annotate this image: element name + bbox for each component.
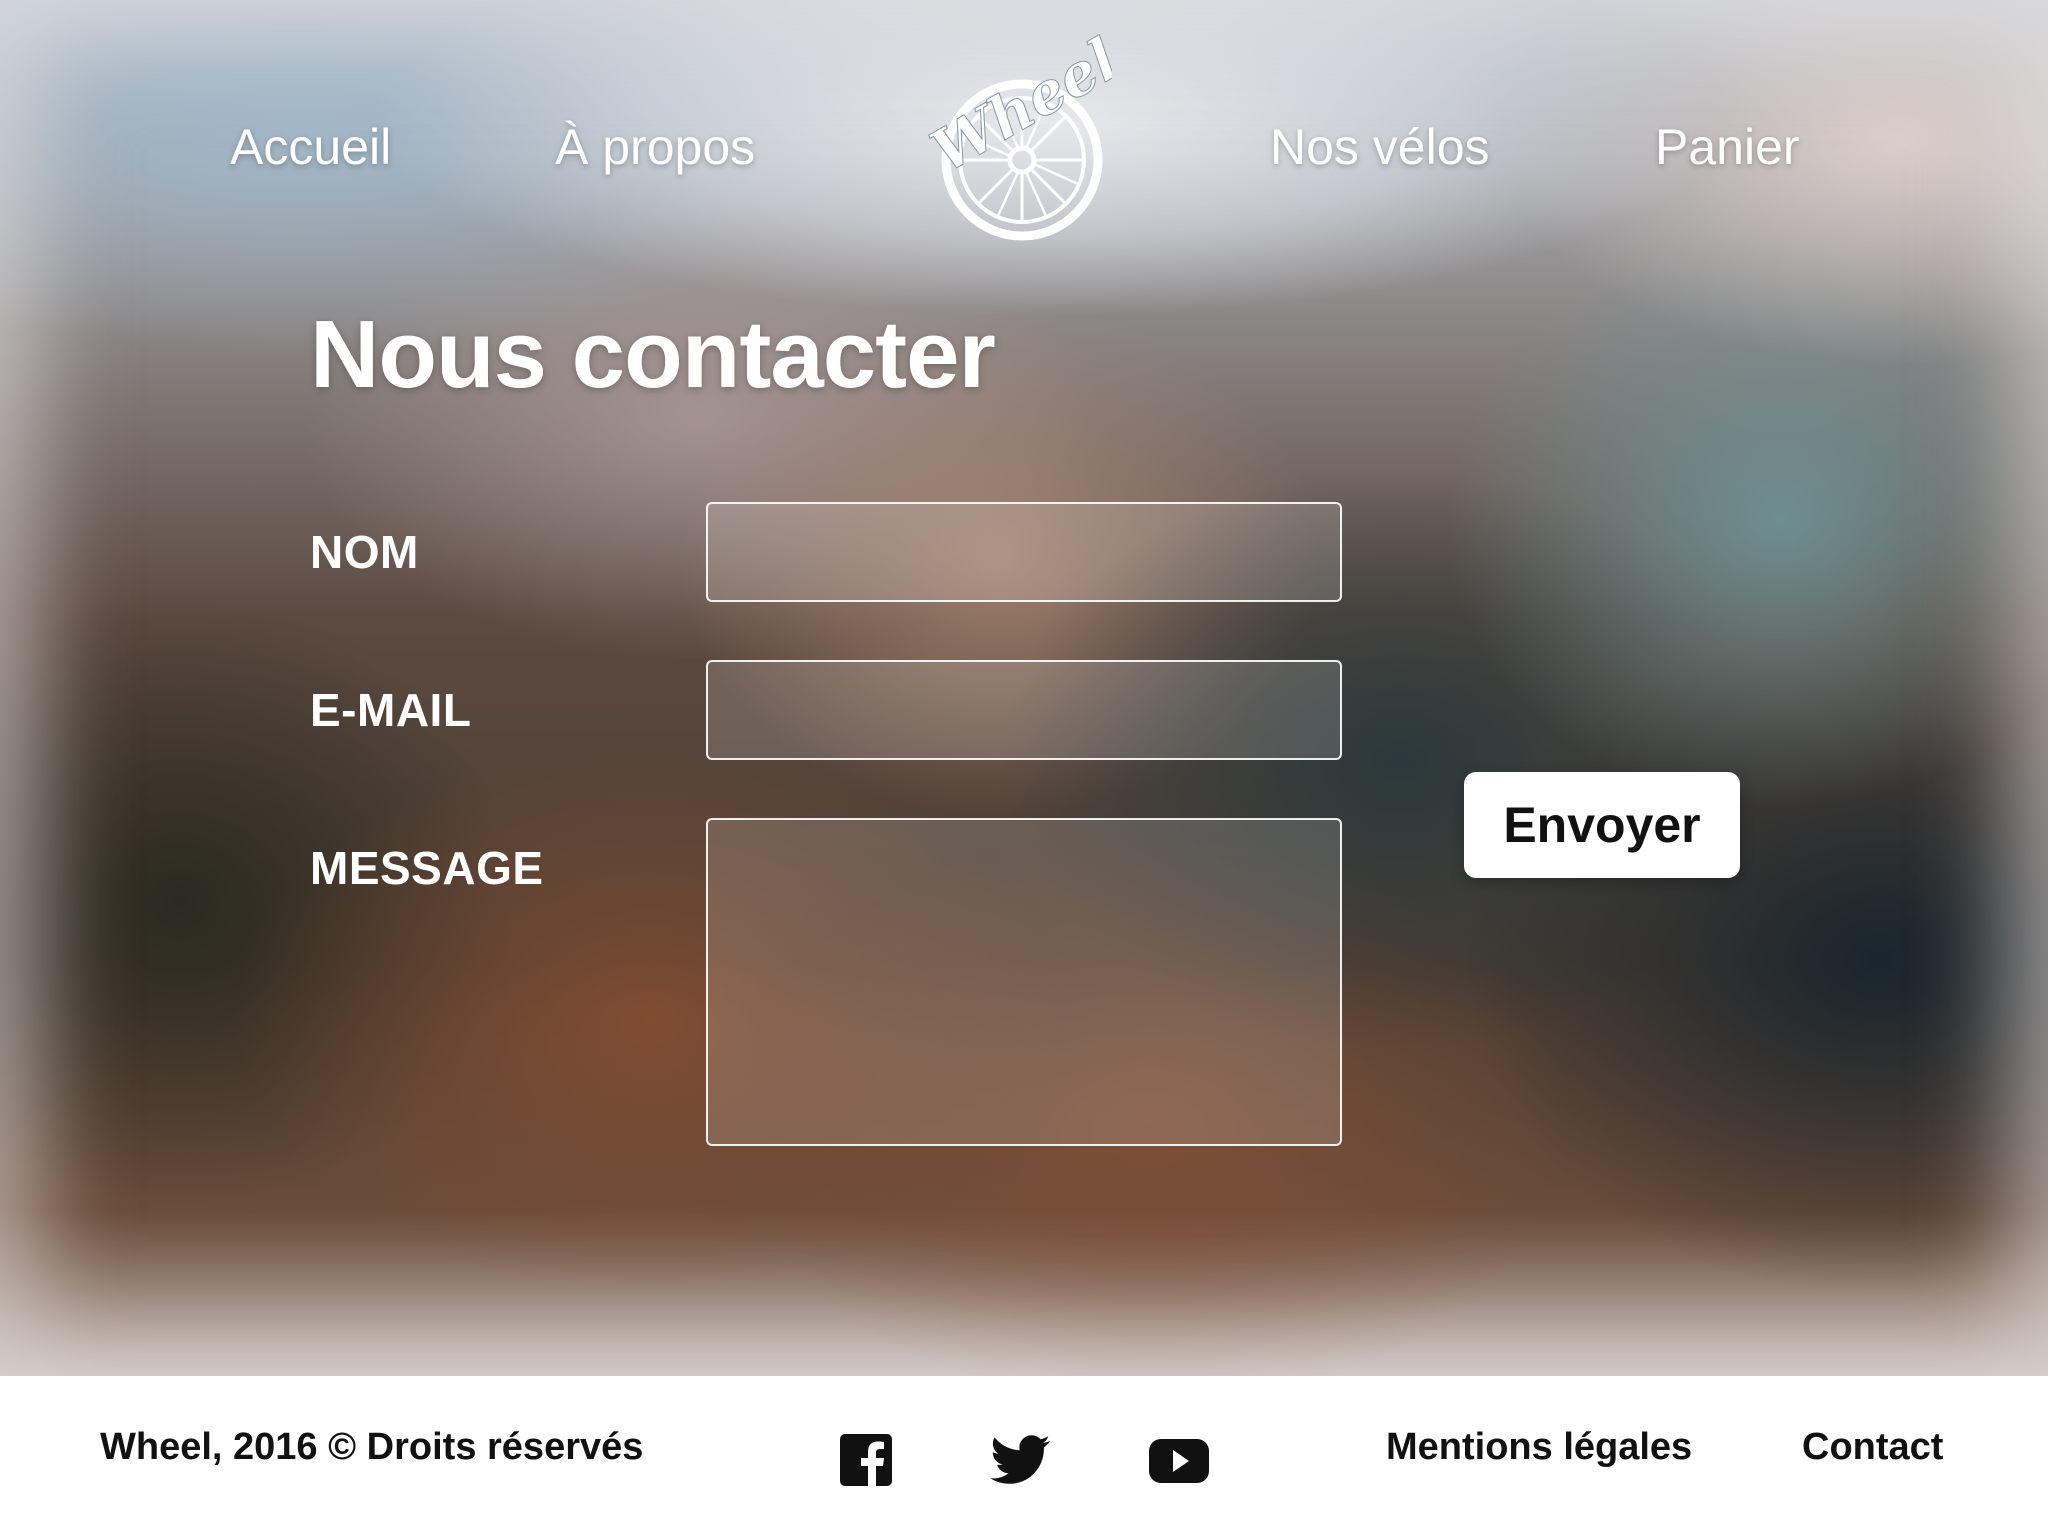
- bicycle-wheel-icon: Wheel: [919, 25, 1130, 241]
- message-label: MESSAGE: [310, 842, 544, 894]
- footer-link-mentions-legales[interactable]: Mentions légales: [1386, 1426, 1692, 1469]
- twitter-icon: [990, 1435, 1050, 1484]
- wheel-logo[interactable]: Wheel: [902, 22, 1130, 242]
- name-label: NOM: [310, 526, 419, 578]
- email-input[interactable]: [706, 660, 1342, 760]
- twitter-link[interactable]: [990, 1432, 1052, 1488]
- page-title: Nous contacter: [310, 301, 996, 408]
- email-label: E-MAIL: [310, 684, 472, 736]
- footer: Wheel, 2016 © Droits réservés Mentions l…: [0, 1376, 2048, 1536]
- nav-link-accueil[interactable]: Accueil: [230, 118, 391, 176]
- facebook-link[interactable]: [838, 1432, 894, 1488]
- nav-link-a-propos[interactable]: À propos: [555, 118, 755, 176]
- copyright-text: Wheel, 2016 © Droits réservés: [100, 1426, 644, 1468]
- youtube-link[interactable]: [1148, 1432, 1210, 1488]
- nav-link-panier[interactable]: Panier: [1655, 118, 1800, 176]
- nav-link-nos-velos[interactable]: Nos vélos: [1270, 118, 1490, 176]
- send-button[interactable]: Envoyer: [1464, 772, 1740, 878]
- message-textarea[interactable]: [706, 818, 1342, 1146]
- facebook-icon: [840, 1434, 892, 1486]
- youtube-icon: [1149, 1439, 1209, 1483]
- name-input[interactable]: [706, 502, 1342, 602]
- footer-link-contact[interactable]: Contact: [1802, 1426, 1943, 1469]
